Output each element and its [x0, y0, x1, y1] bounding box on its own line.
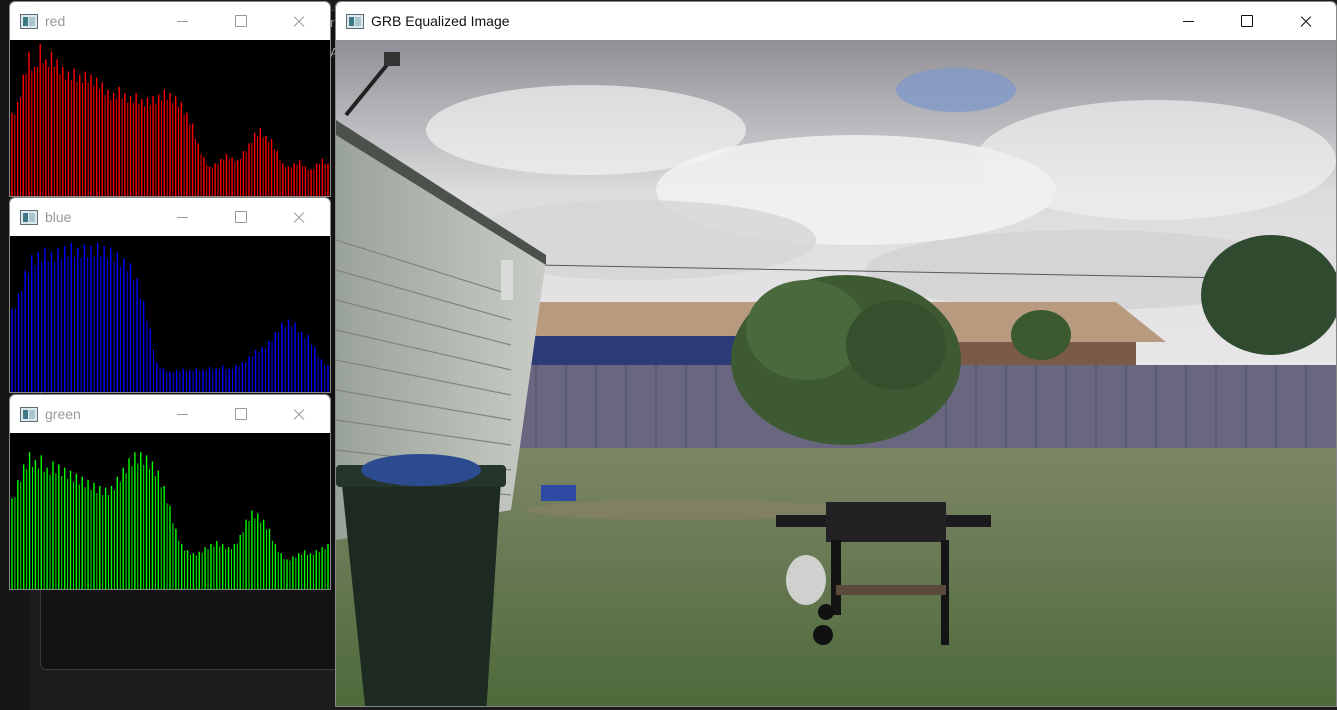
- equalized-image-window[interactable]: GRB Equalized Image: [335, 1, 1337, 707]
- minimize-button[interactable]: [160, 2, 206, 40]
- close-button[interactable]: [276, 198, 322, 236]
- minimize-button[interactable]: [1166, 2, 1212, 40]
- titlebar[interactable]: red: [10, 2, 330, 40]
- blue-histogram-plot: [11, 243, 329, 392]
- window-title: green: [45, 406, 81, 422]
- red-histogram-window[interactable]: red: [9, 1, 331, 197]
- window-title: GRB Equalized Image: [371, 13, 510, 29]
- opencv-window-icon: [346, 14, 364, 29]
- maximize-button[interactable]: [218, 198, 264, 236]
- minimize-button[interactable]: [160, 395, 206, 433]
- window-title: blue: [45, 209, 72, 225]
- titlebar[interactable]: blue: [10, 198, 330, 236]
- titlebar[interactable]: green: [10, 395, 330, 433]
- maximize-button[interactable]: [218, 395, 264, 433]
- green-histogram-window[interactable]: green: [9, 394, 331, 590]
- titlebar[interactable]: GRB Equalized Image: [336, 2, 1336, 40]
- close-button[interactable]: [1283, 2, 1329, 40]
- window-title: red: [45, 13, 66, 29]
- red-histogram-plot: [11, 44, 329, 196]
- opencv-window-icon: [20, 210, 38, 225]
- blue-histogram-window[interactable]: blue: [9, 197, 331, 393]
- green-histogram-plot: [11, 452, 329, 589]
- maximize-button[interactable]: [218, 2, 264, 40]
- close-button[interactable]: [276, 2, 322, 40]
- close-button[interactable]: [276, 395, 322, 433]
- maximize-button[interactable]: [1224, 2, 1270, 40]
- minimize-button[interactable]: [160, 198, 206, 236]
- opencv-window-icon: [20, 407, 38, 422]
- equalized-photo: [336, 40, 1336, 706]
- opencv-window-icon: [20, 14, 38, 29]
